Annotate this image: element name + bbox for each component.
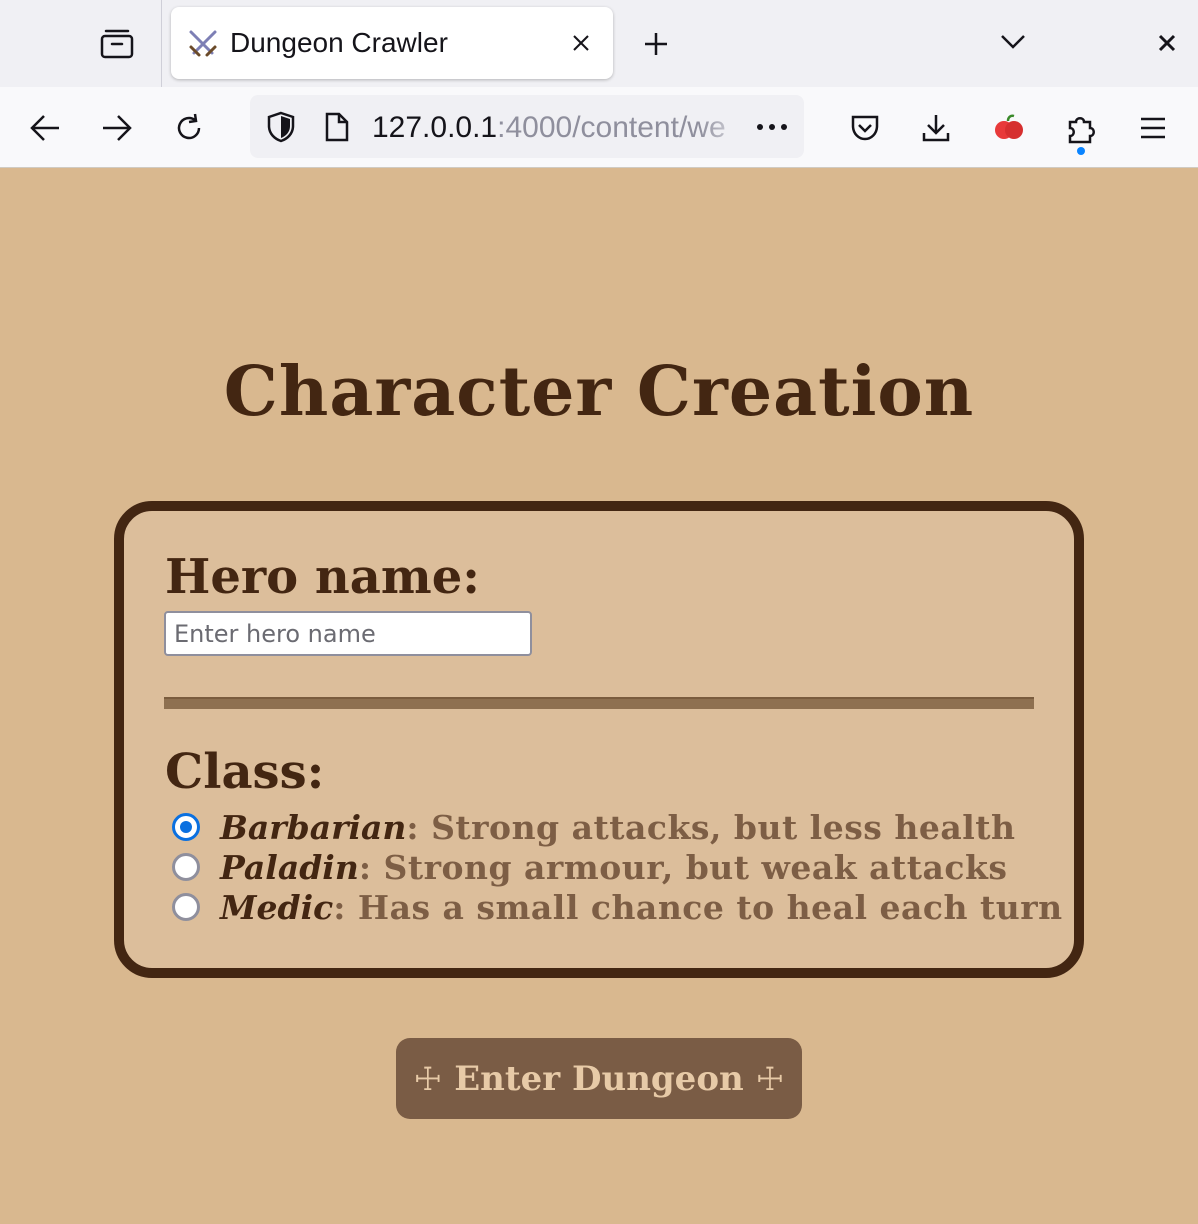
class-description: : Has a small chance to heal each turn <box>333 887 1063 927</box>
chevron-down-icon <box>1001 35 1025 49</box>
firefox-view-button[interactable] <box>92 22 142 66</box>
new-tab-button[interactable] <box>634 22 678 66</box>
download-icon <box>922 115 950 142</box>
enter-dungeon-button[interactable]: ☩ Enter Dungeon ☩ <box>396 1038 802 1119</box>
close-icon <box>573 35 589 51</box>
shield-icon <box>267 111 295 143</box>
class-option-medic[interactable]: Medic: Has a small chance to heal each t… <box>172 887 1062 927</box>
reload-icon <box>177 113 201 140</box>
extension-apple-button[interactable] <box>986 105 1032 151</box>
arrow-left-icon <box>30 115 59 141</box>
apple-icon <box>995 114 1023 139</box>
crossed-swords-icon <box>189 30 217 57</box>
class-label: Class: <box>165 744 325 800</box>
pocket-button[interactable] <box>842 105 888 151</box>
tab-close-button[interactable] <box>565 27 597 59</box>
class-option-barbarian[interactable]: Barbarian: Strong attacks, but less heal… <box>172 807 1052 847</box>
window-close-button[interactable] <box>1146 22 1188 64</box>
hamburger-menu-icon <box>1141 117 1165 139</box>
url-path: :4000/content/we <box>497 111 726 144</box>
cross-icon: ☩ <box>755 1059 785 1098</box>
hero-name-label: Hero name: <box>165 549 480 605</box>
url-bar[interactable]: 127.0.0.1:4000/content/we <box>250 95 804 158</box>
character-form-panel: Hero name: Class: Barbarian: Strong atta… <box>114 501 1084 978</box>
downloads-button[interactable] <box>913 105 959 151</box>
forward-button[interactable] <box>94 105 140 151</box>
close-icon <box>1158 34 1176 52</box>
pocket-icon <box>851 115 879 141</box>
class-description: : Strong attacks, but less health <box>406 807 1016 847</box>
class-option-paladin[interactable]: Paladin: Strong armour, but weak attacks <box>172 847 1052 887</box>
tab-title: Dungeon Crawler <box>230 27 448 58</box>
url-text[interactable]: 127.0.0.1:4000/content/we <box>372 111 744 145</box>
arrow-right-icon <box>103 115 132 141</box>
class-description: : Strong armour, but weak attacks <box>358 847 1008 887</box>
page-title: Character Creation <box>223 352 975 432</box>
plus-icon <box>645 33 667 55</box>
tab-dungeon-crawler[interactable]: Dungeon Crawler <box>171 7 613 79</box>
tab-separator <box>161 0 162 87</box>
hero-name-input[interactable] <box>164 611 532 656</box>
reload-button[interactable] <box>166 105 212 151</box>
radio-paladin[interactable] <box>172 853 200 881</box>
notification-dot <box>1077 147 1085 155</box>
enter-dungeon-label: Enter Dungeon <box>454 1058 744 1099</box>
more-options-icon[interactable] <box>756 123 788 131</box>
class-name: Paladin <box>220 847 359 887</box>
class-name: Medic <box>220 887 334 927</box>
class-options: Barbarian: Strong attacks, but less heal… <box>172 807 1062 927</box>
tab-strip: Dungeon Crawler <box>0 0 1198 87</box>
list-all-tabs-button[interactable] <box>990 20 1036 64</box>
puzzle-piece-icon <box>1068 117 1095 144</box>
radio-barbarian[interactable] <box>172 813 200 841</box>
url-fade <box>700 103 750 151</box>
section-divider <box>164 697 1034 709</box>
radio-medic[interactable] <box>172 893 200 921</box>
class-name: Barbarian <box>220 807 407 847</box>
nav-toolbar: 127.0.0.1:4000/content/we <box>0 87 1198 168</box>
page-icon <box>325 112 349 142</box>
url-host: 127.0.0.1 <box>372 111 498 144</box>
cross-icon: ☩ <box>413 1059 443 1098</box>
back-button[interactable] <box>22 105 68 151</box>
firefox-view-icon <box>100 29 134 59</box>
extensions-button[interactable] <box>1058 105 1104 151</box>
app-menu-button[interactable] <box>1130 105 1176 151</box>
